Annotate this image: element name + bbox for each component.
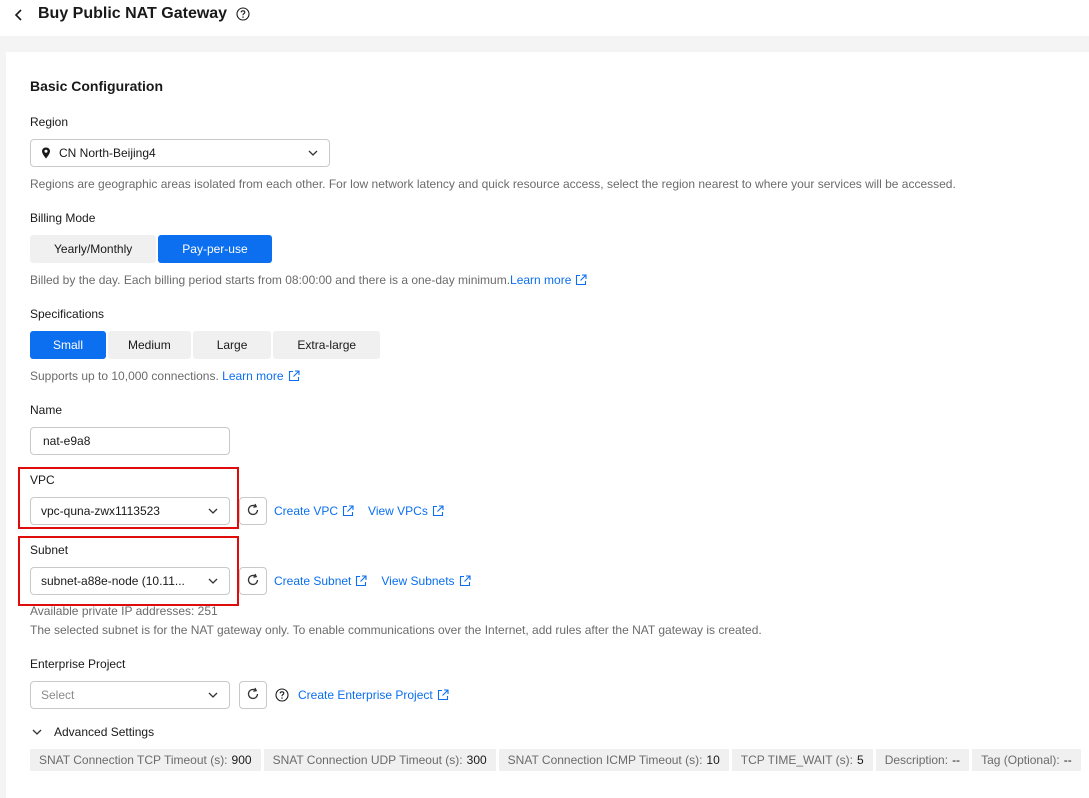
subnet-note: The selected subnet is for the NAT gatew… bbox=[30, 623, 762, 637]
chip-tcp-timeout: SNAT Connection TCP Timeout (s): 900 bbox=[30, 749, 261, 771]
subnet-refresh-button[interactable] bbox=[239, 567, 267, 595]
subnet-value: subnet-a88e-node (10.11... bbox=[41, 574, 185, 588]
vpc-refresh-button[interactable] bbox=[239, 497, 267, 525]
subnet-links: Create Subnet View Subnets bbox=[274, 574, 471, 588]
external-link-icon bbox=[459, 575, 471, 587]
chip-tag: Tag (Optional): -- bbox=[972, 749, 1081, 771]
chip-tcp-time-wait: TCP TIME_WAIT (s): 5 bbox=[731, 749, 873, 771]
spec-option-extra-large[interactable]: Extra-large bbox=[273, 331, 381, 359]
enterprise-refresh-button[interactable] bbox=[239, 681, 267, 709]
subnet-label: Subnet bbox=[30, 543, 69, 557]
vpc-label: VPC bbox=[30, 473, 55, 487]
external-link-icon bbox=[437, 689, 449, 701]
advanced-settings-toggle[interactable]: Advanced Settings bbox=[30, 725, 154, 739]
external-link-icon bbox=[288, 370, 300, 382]
enterprise-placeholder: Select bbox=[41, 688, 75, 702]
billing-option-yearly[interactable]: Yearly/Monthly bbox=[30, 235, 157, 263]
spec-option-medium[interactable]: Medium bbox=[108, 331, 191, 359]
region-hint: Regions are geographic areas isolated fr… bbox=[30, 177, 956, 191]
create-subnet-link[interactable]: Create Subnet bbox=[274, 574, 367, 588]
vpc-links: Create VPC View VPCs bbox=[274, 504, 444, 518]
back-arrow-icon[interactable] bbox=[12, 6, 26, 24]
external-link-icon bbox=[575, 274, 587, 286]
chevron-down-icon bbox=[207, 575, 219, 587]
create-vpc-link[interactable]: Create VPC bbox=[274, 504, 354, 518]
refresh-icon bbox=[246, 687, 260, 704]
billing-learn-more-link[interactable]: Learn more bbox=[510, 273, 587, 287]
chip-icmp-timeout: SNAT Connection ICMP Timeout (s): 10 bbox=[498, 749, 729, 771]
enterprise-label: Enterprise Project bbox=[30, 657, 126, 671]
external-link-icon bbox=[342, 505, 354, 517]
specs-learn-more-link[interactable]: Learn more bbox=[222, 369, 300, 383]
billing-hint: Billed by the day. Each billing period s… bbox=[30, 273, 587, 287]
section-title: Basic Configuration bbox=[30, 78, 164, 94]
chip-description: Description: -- bbox=[875, 749, 970, 771]
enterprise-select[interactable]: Select bbox=[30, 681, 230, 709]
specs-hint-text: Supports up to 10,000 connections. bbox=[30, 369, 219, 383]
advanced-settings-label: Advanced Settings bbox=[54, 725, 155, 739]
region-value: CN North-Beijing4 bbox=[59, 146, 156, 160]
specs-hint: Supports up to 10,000 connections. Learn… bbox=[30, 369, 300, 383]
refresh-icon bbox=[246, 503, 260, 520]
region-label: Region bbox=[30, 115, 69, 129]
specs-selector: Small Medium Large Extra-large bbox=[30, 331, 381, 359]
view-vpcs-link[interactable]: View VPCs bbox=[368, 504, 444, 518]
billing-label: Billing Mode bbox=[30, 211, 96, 225]
create-enterprise-project-link[interactable]: Create Enterprise Project bbox=[298, 688, 449, 702]
external-link-icon bbox=[355, 575, 367, 587]
external-link-icon bbox=[432, 505, 444, 517]
billing-option-pay-per-use[interactable]: Pay-per-use bbox=[158, 235, 272, 263]
top-bar: Buy Public NAT Gateway bbox=[0, 0, 1089, 36]
region-select[interactable]: CN North-Beijing4 bbox=[30, 139, 330, 167]
enterprise-links: Create Enterprise Project bbox=[298, 688, 449, 702]
help-icon[interactable] bbox=[275, 688, 289, 705]
vpc-value: vpc-quna-zwx1113523 bbox=[41, 504, 160, 518]
spec-option-small[interactable]: Small bbox=[30, 331, 107, 359]
view-subnets-link[interactable]: View Subnets bbox=[381, 574, 471, 588]
subnet-available-ips: Available private IP addresses: 251 bbox=[30, 604, 218, 618]
location-pin-icon bbox=[41, 147, 51, 159]
help-icon[interactable] bbox=[236, 7, 250, 21]
page-title: Buy Public NAT Gateway bbox=[38, 5, 228, 22]
chevron-down-icon bbox=[307, 147, 319, 159]
billing-mode-selector: Yearly/Monthly Pay-per-use bbox=[30, 235, 272, 263]
chip-udp-timeout: SNAT Connection UDP Timeout (s): 300 bbox=[263, 749, 496, 771]
vpc-select[interactable]: vpc-quna-zwx1113523 bbox=[30, 497, 230, 525]
spec-option-large[interactable]: Large bbox=[192, 331, 272, 359]
billing-hint-text: Billed by the day. Each billing period s… bbox=[30, 273, 511, 287]
chevron-down-icon bbox=[30, 725, 44, 739]
chevron-down-icon bbox=[207, 505, 219, 517]
advanced-settings-summary: SNAT Connection TCP Timeout (s): 900 SNAT… bbox=[30, 749, 1081, 771]
name-label: Name bbox=[30, 403, 63, 417]
refresh-icon bbox=[246, 573, 260, 590]
chevron-down-icon bbox=[207, 689, 219, 701]
subnet-select[interactable]: subnet-a88e-node (10.11... bbox=[30, 567, 230, 595]
specs-label: Specifications bbox=[30, 307, 105, 321]
name-input[interactable]: nat-e9a8 bbox=[30, 427, 230, 455]
